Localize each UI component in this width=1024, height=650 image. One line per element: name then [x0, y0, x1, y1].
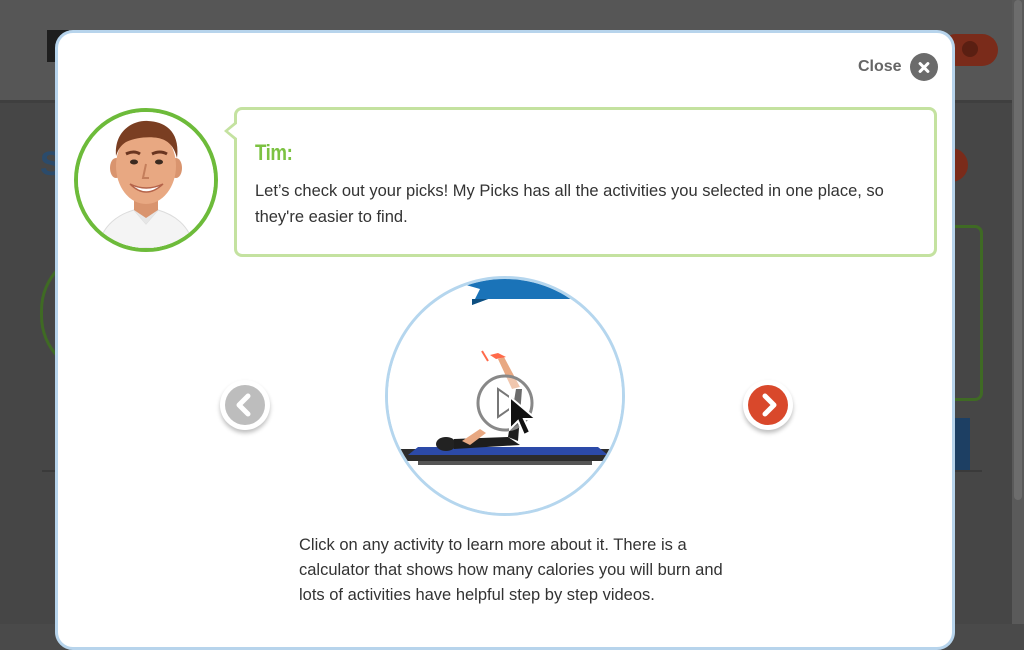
chevron-right-icon: [762, 393, 777, 417]
close-icon[interactable]: [909, 53, 938, 81]
close-button[interactable]: Close: [858, 51, 938, 83]
background-nav-arrow-icon: [962, 41, 978, 57]
tutorial-description: Click on any activity to learn more abou…: [299, 536, 723, 604]
next-button[interactable]: [743, 380, 793, 430]
speaker-name: Tim:: [255, 140, 293, 165]
speech-text: Let’s check out your picks! My Picks has…: [255, 182, 884, 226]
previous-button[interactable]: [220, 380, 270, 430]
avatar: [74, 108, 218, 252]
close-label: Close: [858, 58, 902, 75]
coach-portrait-icon: [78, 112, 214, 248]
chevron-left-icon: [236, 393, 251, 417]
scrollbar-thumb[interactable]: [1014, 0, 1022, 500]
tutorial-illustration: [385, 276, 625, 516]
video-play-illustration: [388, 279, 622, 513]
speech-bubble: Tim: Let’s check out your picks! My Pick…: [224, 107, 937, 257]
tour-modal: Close Tim: Let’s check out your picks! M…: [55, 30, 955, 650]
